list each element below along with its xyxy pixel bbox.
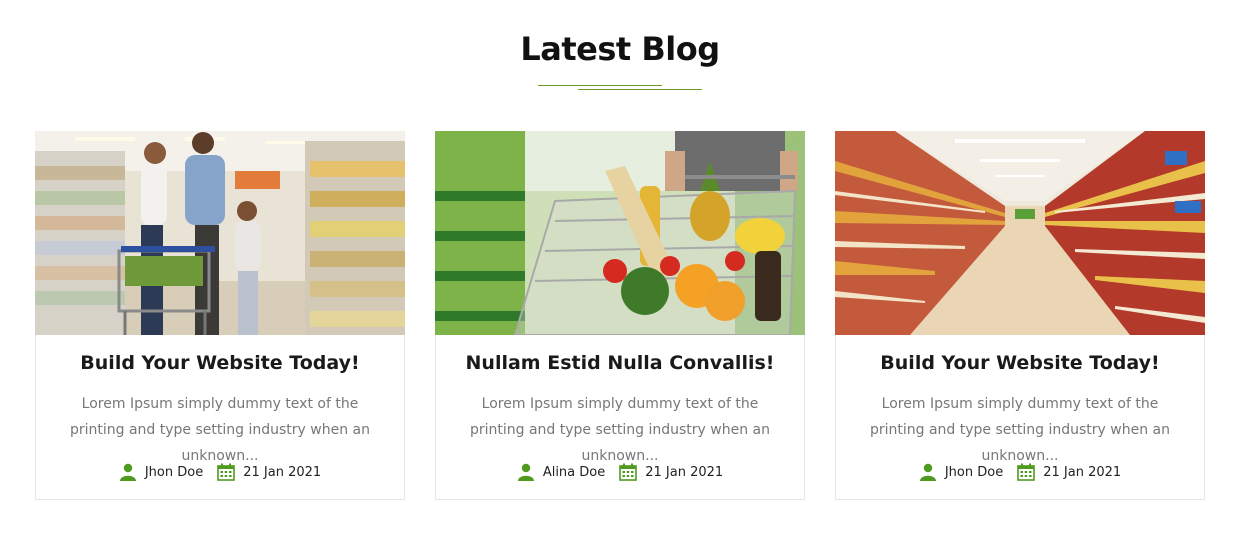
- section-title: Latest Blog: [520, 30, 720, 68]
- blog-excerpt: Lorem Ipsum simply dummy text of the pri…: [869, 396, 1170, 464]
- meta-date: 21 Jan 2021: [1017, 463, 1121, 481]
- meta-author[interactable]: Jhon Doe: [119, 463, 203, 481]
- calendar-icon: [619, 463, 638, 481]
- blog-title[interactable]: Nullam Estid Nulla Convallis!: [436, 352, 804, 374]
- meta-date: 21 Jan 2021: [619, 463, 723, 481]
- user-icon: [517, 463, 534, 481]
- blog-excerpt: Lorem Ipsum simply dummy text of the pri…: [69, 396, 370, 464]
- blog-image-family-shopping[interactable]: [35, 131, 405, 335]
- meta-author[interactable]: Jhon Doe: [919, 463, 1003, 481]
- author-name: Jhon Doe: [944, 464, 1004, 480]
- blog-card[interactable]: Build Your Website Today! Lorem Ipsum si…: [835, 131, 1205, 500]
- blog-meta: Alina Doe 21 Jan 2021: [436, 462, 804, 482]
- author-name: Jhon Doe: [144, 464, 204, 480]
- user-icon: [119, 463, 136, 481]
- latest-blog-section: Latest Blog Build Your Website Today! Lo…: [0, 0, 1240, 533]
- blog-card[interactable]: Build Your Website Today! Lorem Ipsum si…: [35, 131, 405, 500]
- blog-title[interactable]: Build Your Website Today!: [36, 352, 404, 374]
- meta-date: 21 Jan 2021: [217, 463, 321, 481]
- post-date: 21 Jan 2021: [645, 464, 724, 480]
- meta-author[interactable]: Alina Doe: [517, 463, 605, 481]
- calendar-icon: [1017, 463, 1036, 481]
- title-underline-bottom: [578, 89, 702, 90]
- blog-image-supermarket-aisle[interactable]: [835, 131, 1205, 335]
- blog-card[interactable]: Nullam Estid Nulla Convallis! Lorem Ipsu…: [435, 131, 805, 500]
- author-name: Alina Doe: [542, 464, 606, 480]
- post-date: 21 Jan 2021: [243, 464, 322, 480]
- blog-meta: Jhon Doe 21 Jan 2021: [836, 462, 1204, 482]
- calendar-icon: [217, 463, 236, 481]
- blog-image-grocery-cart[interactable]: [435, 131, 805, 335]
- blog-excerpt: Lorem Ipsum simply dummy text of the pri…: [469, 396, 770, 464]
- blog-meta: Jhon Doe 21 Jan 2021: [36, 462, 404, 482]
- user-icon: [919, 463, 936, 481]
- title-underline-top: [538, 85, 662, 86]
- post-date: 21 Jan 2021: [1043, 464, 1122, 480]
- blog-title[interactable]: Build Your Website Today!: [836, 352, 1204, 374]
